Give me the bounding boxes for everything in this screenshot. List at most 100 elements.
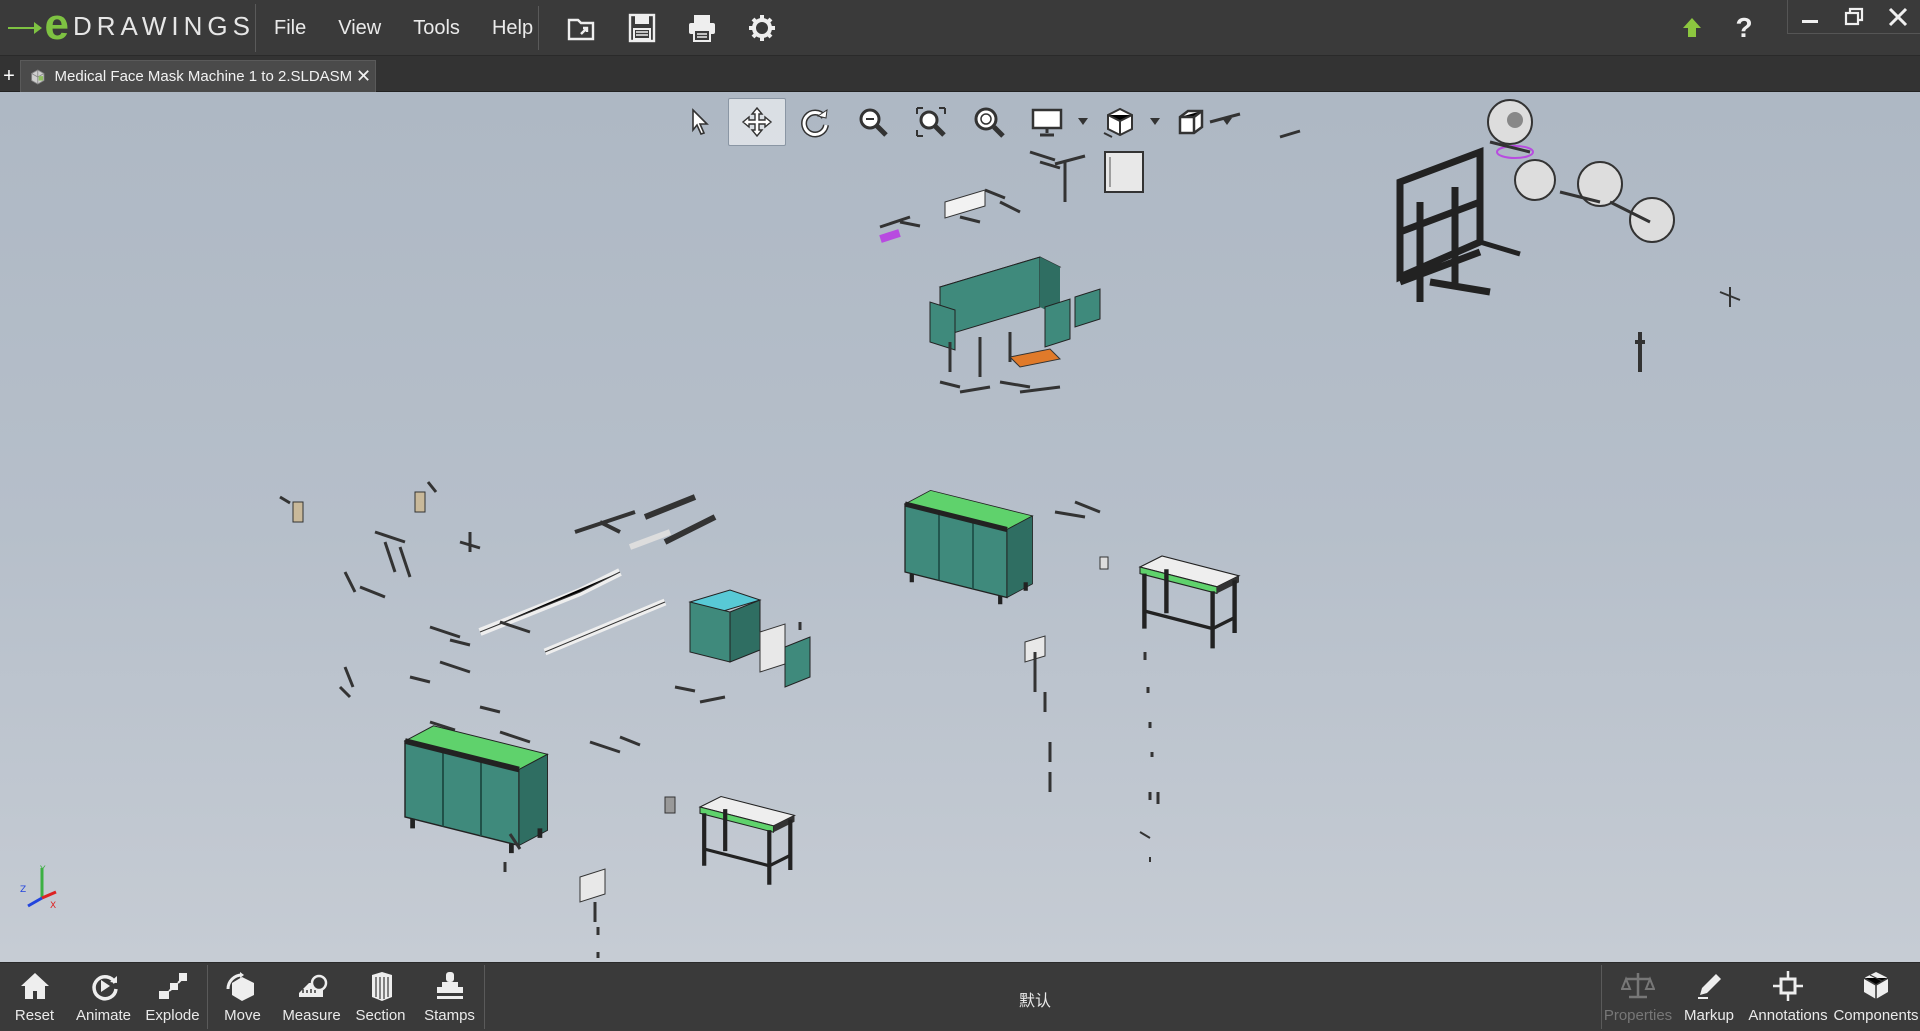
settings-button[interactable]	[732, 8, 792, 48]
views-icon	[1103, 107, 1133, 138]
left-upper-parts[interactable]	[279, 481, 717, 754]
views-button[interactable]	[1090, 98, 1148, 146]
explode-label: Explode	[145, 1007, 200, 1024]
zoom-to-fit-button[interactable]	[844, 98, 902, 146]
left-lower-cabinet[interactable]	[405, 726, 548, 853]
upload-arrow-icon	[1683, 18, 1701, 37]
document-tab-bar: + Medical Face Mask Machine 1 to 2.SLDAS…	[0, 56, 1920, 92]
rotate-button[interactable]	[786, 98, 844, 146]
measure-button[interactable]: Measure	[277, 963, 346, 1031]
central-upper-cabinet[interactable]	[929, 256, 1101, 394]
window-extras: ?	[1666, 0, 1770, 56]
print-icon	[689, 15, 715, 42]
scale-icon	[1621, 973, 1655, 999]
central-lower-cabinet[interactable]	[905, 490, 1033, 604]
markup-button[interactable]: Markup	[1674, 963, 1744, 1031]
pencil-icon	[1698, 974, 1721, 999]
print-button[interactable]	[672, 8, 732, 48]
settings-icon	[749, 15, 775, 41]
components-label: Components	[1833, 1007, 1919, 1024]
home-icon	[20, 973, 49, 999]
tab-close-button[interactable]: ✕	[352, 66, 375, 87]
standard-views-dropdown[interactable]	[1220, 98, 1234, 146]
menu-file[interactable]: File	[258, 0, 322, 56]
select-icon	[692, 108, 709, 135]
components-button[interactable]: Components	[1832, 963, 1920, 1031]
reset-button[interactable]: Reset	[0, 963, 69, 1031]
left-tool-group: Reset Animate Explode Move Measure Secti…	[0, 963, 485, 1031]
annotations-label: Annotations	[1748, 1007, 1828, 1024]
properties-label: Properties	[1603, 1007, 1673, 1024]
logo-e: e	[44, 0, 69, 49]
explode-icon	[158, 973, 187, 999]
explode-button[interactable]: Explode	[138, 963, 207, 1031]
tab-title: Medical Face Mask Machine 1 to 2.SLDASM	[54, 68, 353, 85]
properties-button[interactable]: Properties	[1602, 963, 1674, 1031]
standard-views-icon	[1178, 109, 1204, 135]
stamps-icon	[436, 972, 463, 999]
stamps-button[interactable]: Stamps	[415, 963, 484, 1031]
coordinate-triad: Y Z X	[20, 865, 57, 911]
left-conveyor-bench[interactable]	[700, 797, 795, 885]
close-icon	[1888, 7, 1908, 27]
quick-actions	[552, 8, 792, 48]
open-button[interactable]	[552, 8, 612, 48]
configuration-name[interactable]: 默认	[1000, 987, 1070, 1011]
close-window-button[interactable]	[1876, 0, 1920, 34]
markup-label: Markup	[1683, 1007, 1735, 1024]
bottom-toolbar: Reset Animate Explode Move Measure Secti…	[0, 962, 1920, 1030]
menu-divider	[538, 6, 539, 50]
animate-icon	[91, 975, 118, 1001]
display-style-button[interactable]	[1018, 98, 1076, 146]
chevron-down-icon	[1222, 118, 1232, 125]
right-conveyor-bench[interactable]	[1140, 556, 1239, 648]
measure-label: Measure	[282, 1007, 341, 1024]
reset-label: Reset	[14, 1007, 55, 1024]
main-menu: File View Tools Help	[258, 0, 549, 56]
section-label: Section	[355, 1007, 406, 1024]
minimize-button[interactable]	[1788, 0, 1832, 34]
standard-views-button[interactable]	[1162, 98, 1220, 146]
annotations-button[interactable]: Annotations	[1744, 963, 1832, 1031]
logo-word: DRAWINGS	[72, 10, 255, 41]
zoom-to-area-button[interactable]	[902, 98, 960, 146]
reel-frame-assembly[interactable]	[1396, 99, 1741, 372]
select-button[interactable]	[670, 98, 728, 146]
views-dropdown[interactable]	[1148, 98, 1162, 146]
components-icon	[1863, 972, 1889, 999]
rotate-icon	[801, 108, 829, 138]
document-tab[interactable]: Medical Face Mask Machine 1 to 2.SLDASM …	[20, 60, 376, 92]
exploded-assembly-view[interactable]	[0, 92, 1920, 962]
center-vertical-parts[interactable]	[1024, 635, 1160, 862]
model-viewport[interactable]: Y Z X	[0, 92, 1920, 962]
zoom-button[interactable]	[960, 98, 1018, 146]
move-label: Move	[224, 1007, 261, 1024]
measure-icon	[298, 974, 327, 997]
restore-button[interactable]	[1832, 0, 1876, 34]
help-button[interactable]: ?	[1718, 6, 1770, 50]
logo-arrow-icon	[8, 22, 43, 34]
section-button[interactable]: Section	[346, 963, 415, 1031]
edrawings-logo: e DRAWINGS	[6, 0, 256, 52]
open-icon	[567, 18, 595, 41]
annotations-icon	[1773, 971, 1803, 1001]
chevron-down-icon	[1078, 118, 1088, 125]
move-button[interactable]: Move	[208, 963, 277, 1031]
zoom-to-fit-icon	[859, 108, 888, 137]
new-tab-button[interactable]: +	[0, 64, 18, 88]
menu-view[interactable]: View	[322, 0, 397, 56]
display-style-icon	[1031, 108, 1063, 137]
menu-bar: e DRAWINGS File View Tools Help ?	[0, 0, 1920, 56]
display-style-dropdown[interactable]	[1076, 98, 1090, 146]
window-controls	[1787, 0, 1920, 34]
save-button[interactable]	[612, 8, 672, 48]
animate-button[interactable]: Animate	[69, 963, 138, 1031]
stamps-label: Stamps	[424, 1007, 475, 1024]
update-button[interactable]	[1666, 6, 1718, 50]
triad-y-label: Y	[39, 865, 46, 875]
move-icon	[226, 972, 254, 1001]
pan-button[interactable]	[728, 98, 786, 146]
menu-tools[interactable]: Tools	[397, 0, 476, 56]
left-middle-unit[interactable]	[674, 589, 811, 704]
triad-x-label: X	[50, 901, 56, 911]
